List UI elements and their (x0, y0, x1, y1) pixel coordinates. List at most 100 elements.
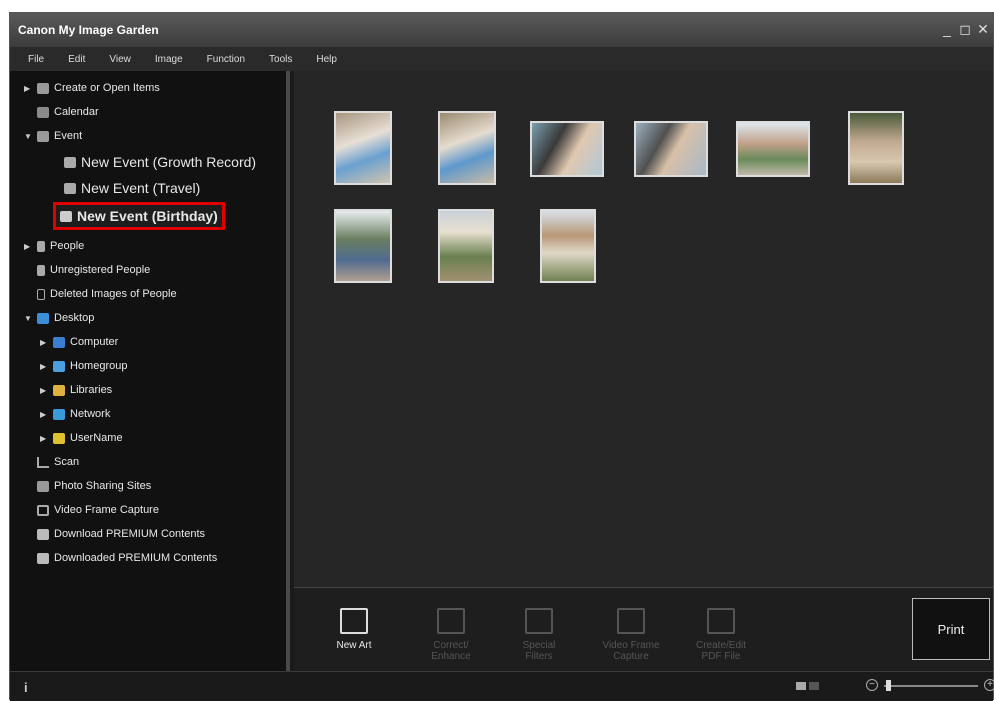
photo-thumbnail[interactable] (334, 111, 392, 185)
tree-item-downloaded-premium[interactable]: Downloaded PREMIUM Contents (24, 547, 217, 569)
menu-function[interactable]: Function (195, 54, 257, 65)
status-bar: i − + (10, 671, 994, 701)
scan-icon (37, 456, 49, 468)
tree-label: New Event (Growth Record) (81, 154, 257, 170)
tree-item-unregistered[interactable]: Unregistered People (24, 259, 150, 281)
button-label: Special (522, 640, 556, 651)
menu-tools[interactable]: Tools (257, 54, 304, 65)
download-premium-icon (37, 528, 49, 540)
correct-enhance-button[interactable]: Correct/ Enhance (416, 608, 486, 662)
photo-thumbnail[interactable] (438, 111, 496, 185)
desktop-icon (37, 312, 49, 324)
details-view-icon[interactable] (809, 682, 819, 690)
tree-item-deleted-people[interactable]: Deleted Images of People (24, 283, 177, 305)
expand-arrow-icon[interactable]: ▶ (40, 386, 48, 395)
collapse-arrow-icon[interactable]: ▼ (24, 132, 32, 141)
tree-label: Video Frame Capture (54, 504, 159, 516)
tree-item-scan[interactable]: Scan (24, 451, 79, 473)
title-bar: Canon My Image Garden _ ◻ ✕ (10, 13, 993, 47)
people-icon (37, 240, 45, 252)
expand-arrow-icon[interactable]: ▶ (40, 434, 48, 443)
tree-item-event-travel[interactable]: New Event (Travel) (64, 177, 200, 199)
photo-thumbnail[interactable] (736, 121, 810, 177)
menu-help[interactable]: Help (304, 54, 349, 65)
tree-label: Create or Open Items (54, 82, 160, 94)
computer-icon (53, 336, 65, 348)
tree-label: Downloaded PREMIUM Contents (54, 552, 218, 564)
tree-label: UserName (70, 432, 123, 444)
tree-label: Homegroup (70, 360, 128, 372)
zoom-track[interactable] (884, 685, 978, 687)
menu-edit[interactable]: Edit (56, 54, 97, 65)
tree-label: Scan (54, 456, 80, 468)
event-icon (37, 130, 49, 142)
tree-item-event-growth[interactable]: New Event (Growth Record) (64, 151, 256, 173)
tree-item-download-premium[interactable]: Download PREMIUM Contents (24, 523, 205, 545)
menu-view[interactable]: View (97, 54, 143, 65)
expand-arrow-icon[interactable]: ▶ (24, 84, 32, 93)
photo-thumbnail[interactable] (540, 209, 596, 283)
tree-item-create-open[interactable]: ▶ Create or Open Items (24, 77, 160, 99)
close-icon[interactable]: ✕ (977, 21, 989, 38)
button-label: Video Frame (602, 640, 660, 651)
zoom-in-icon[interactable]: + (984, 679, 994, 691)
expand-arrow-icon[interactable]: ▶ (40, 362, 48, 371)
button-label: Create/Edit (695, 640, 747, 651)
print-button[interactable]: Print (912, 598, 990, 660)
minimize-icon[interactable]: _ (941, 21, 953, 38)
tree-label: Computer (70, 336, 119, 348)
tree-item-homegroup[interactable]: ▶ Homegroup (40, 355, 127, 377)
photo-thumbnail[interactable] (334, 209, 392, 283)
button-label: New Art (336, 640, 372, 651)
new-art-button[interactable]: New Art (319, 608, 389, 651)
menu-file[interactable]: File (16, 54, 56, 65)
maximize-icon[interactable]: ◻ (959, 21, 971, 38)
button-label: Capture (613, 651, 649, 662)
calendar-icon (37, 106, 49, 118)
special-filters-button[interactable]: Special Filters (504, 608, 574, 662)
correct-enhance-icon (437, 608, 465, 634)
photo-thumbnail[interactable] (848, 111, 904, 185)
birthday-icon (60, 210, 72, 222)
app-window: Canon My Image Garden _ ◻ ✕ File Edit Vi… (9, 12, 994, 701)
video-frame-capture-button[interactable]: Video Frame Capture (596, 608, 666, 662)
user-folder-icon (53, 432, 65, 444)
button-label: PDF File (701, 651, 741, 662)
menu-image[interactable]: Image (143, 54, 195, 65)
tree-item-event[interactable]: ▼ Event (24, 125, 82, 147)
collapse-arrow-icon[interactable]: ▼ (24, 314, 32, 323)
tree-label: New Event (Birthday) (77, 208, 218, 224)
expand-arrow-icon[interactable]: ▶ (40, 338, 48, 347)
tree-label: Deleted Images of People (50, 288, 177, 300)
tree-item-username[interactable]: ▶ UserName (40, 427, 123, 449)
tree-item-network[interactable]: ▶ Network (40, 403, 110, 425)
tree-item-photo-sharing[interactable]: Photo Sharing Sites (24, 475, 151, 497)
button-label: Enhance (431, 651, 471, 662)
photo-thumbnail[interactable] (530, 121, 604, 177)
create-edit-pdf-button[interactable]: Create/Edit PDF File (686, 608, 756, 662)
tree-item-event-birthday[interactable]: New Event (Birthday) (53, 202, 225, 230)
tree-label: Photo Sharing Sites (54, 480, 152, 492)
zoom-slider[interactable]: − + (866, 678, 994, 694)
libraries-icon (53, 384, 65, 396)
tree-label: Calendar (54, 106, 99, 118)
expand-arrow-icon[interactable]: ▶ (40, 410, 48, 419)
zoom-handle[interactable] (886, 680, 891, 691)
photo-thumbnail[interactable] (438, 209, 494, 283)
tree-label: Network (70, 408, 111, 420)
video-frame-icon (37, 504, 49, 516)
tree-item-calendar[interactable]: Calendar (24, 101, 99, 123)
tree-item-libraries[interactable]: ▶ Libraries (40, 379, 112, 401)
tree-item-computer[interactable]: ▶ Computer (40, 331, 118, 353)
tree-label: Libraries (70, 384, 113, 396)
tree-label: New Event (Travel) (81, 180, 201, 196)
tree-item-people[interactable]: ▶ People (24, 235, 84, 257)
zoom-out-icon[interactable]: − (866, 679, 878, 691)
expand-arrow-icon[interactable]: ▶ (24, 242, 32, 251)
tree-item-desktop[interactable]: ▼ Desktop (24, 307, 94, 329)
photo-thumbnail[interactable] (634, 121, 708, 177)
thumbnail-view-icon[interactable] (796, 682, 806, 690)
thumbnail-grid (294, 71, 993, 587)
tree-item-video-frame[interactable]: Video Frame Capture (24, 499, 159, 521)
info-icon[interactable]: i (24, 680, 28, 695)
